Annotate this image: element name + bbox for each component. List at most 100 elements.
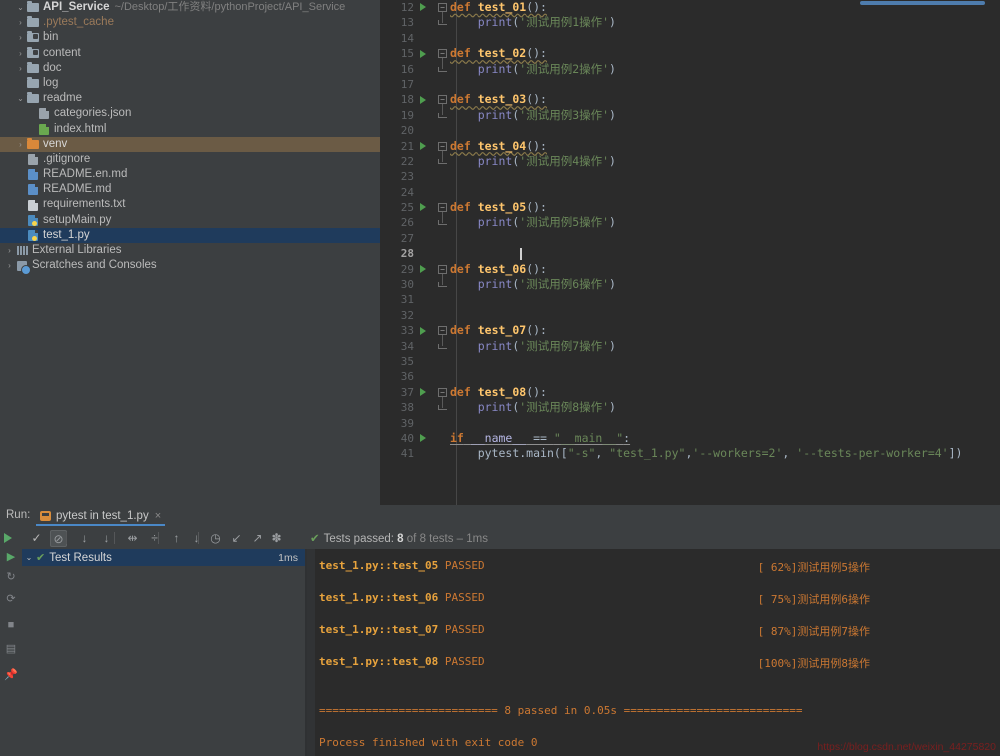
- code-line[interactable]: 41 pytest.main(["-s", "test_1.py",'--wor…: [380, 446, 1000, 461]
- code-line[interactable]: 13 print('测试用例1操作'): [380, 15, 1000, 30]
- run-test-gutter-icon[interactable]: [420, 3, 426, 11]
- expand-all-icon[interactable]: ⇹: [124, 530, 141, 547]
- run-tool-window[interactable]: Run: pytest in test_1.py × ✓⊘↓↓⇹÷↑↓◷↙↗✽ …: [0, 505, 1000, 756]
- run-side-toolbar[interactable]: ▶ ↻ ⟳ ■ ▤ 📌: [0, 549, 22, 756]
- code-line[interactable]: 14: [380, 31, 1000, 46]
- chevron-right-icon[interactable]: ›: [15, 137, 26, 152]
- run-test-gutter-icon[interactable]: [420, 50, 426, 58]
- tree-row[interactable]: index.html: [0, 122, 380, 137]
- code-line[interactable]: 18−def test_03():: [380, 92, 1000, 107]
- test-runner-toolbar[interactable]: ✓⊘↓↓⇹÷↑↓◷↙↗✽: [0, 527, 1000, 549]
- fold-marker-icon[interactable]: −: [438, 49, 447, 58]
- export-results-icon[interactable]: ↗: [249, 530, 266, 547]
- tree-row[interactable]: setupMain.py: [0, 213, 380, 228]
- tree-row[interactable]: requirements.txt: [0, 197, 380, 212]
- code-line[interactable]: 23: [380, 169, 1000, 184]
- chevron-down-icon[interactable]: ⌄: [22, 553, 36, 562]
- chevron-right-icon[interactable]: ›: [4, 243, 15, 258]
- sort-by-duration-icon[interactable]: ↓: [98, 530, 115, 547]
- code-line[interactable]: 16 print('测试用例2操作'): [380, 62, 1000, 77]
- run-test-gutter-icon[interactable]: [420, 96, 426, 104]
- tree-row[interactable]: ›content: [0, 46, 380, 61]
- test-results-tree[interactable]: ⌄ ✔ Test Results 1ms: [22, 549, 305, 756]
- code-editor[interactable]: 12−def test_01():13 print('测试用例1操作')1415…: [380, 0, 1000, 505]
- code-line[interactable]: 25−def test_05():: [380, 200, 1000, 215]
- next-failed-icon[interactable]: ↓: [188, 530, 205, 547]
- code-line[interactable]: 30 print('测试用例6操作'): [380, 277, 1000, 292]
- project-tree-panel[interactable]: v ⌄ API_Service ~/Desktop/工作资料/pythonPro…: [0, 0, 380, 505]
- run-button[interactable]: [4, 533, 12, 543]
- rerun-failed-tests-icon[interactable]: ↻: [3, 569, 19, 585]
- run-test-gutter-icon[interactable]: [420, 327, 426, 335]
- run-test-gutter-icon[interactable]: [420, 434, 426, 442]
- code-line[interactable]: 34 print('测试用例7操作'): [380, 339, 1000, 354]
- tree-row[interactable]: ›Scratches and Consoles: [0, 258, 380, 273]
- tree-row-root[interactable]: v ⌄ API_Service ~/Desktop/工作资料/pythonPro…: [0, 0, 380, 15]
- sort-alphabetically-icon[interactable]: ↓: [76, 530, 93, 547]
- code-line[interactable]: 40if __name__ == "__main__":: [380, 431, 1000, 446]
- collapse-all-icon[interactable]: ÷: [146, 530, 163, 547]
- tree-row[interactable]: README.md: [0, 182, 380, 197]
- run-test-gutter-icon[interactable]: [420, 388, 426, 396]
- tree-row[interactable]: .gitignore: [0, 152, 380, 167]
- tree-row[interactable]: ›bin: [0, 30, 380, 45]
- fold-marker-icon[interactable]: −: [438, 388, 447, 397]
- code-line[interactable]: 27: [380, 231, 1000, 246]
- tree-row[interactable]: ›doc: [0, 61, 380, 76]
- code-line[interactable]: 20: [380, 123, 1000, 138]
- tree-row[interactable]: ›venv: [0, 137, 380, 152]
- hide-ignored-icon[interactable]: ⊘: [50, 530, 67, 547]
- run-configuration-tab[interactable]: pytest in test_1.py ×: [36, 507, 165, 526]
- fold-marker-icon[interactable]: −: [438, 95, 447, 104]
- chevron-right-icon[interactable]: ›: [15, 61, 26, 76]
- fold-marker-icon[interactable]: −: [438, 326, 447, 335]
- tree-items[interactable]: ›.pytest_cache›bin›content›doclog⌄readme…: [0, 15, 380, 273]
- code-line[interactable]: 39: [380, 416, 1000, 431]
- code-line[interactable]: 28: [380, 246, 1000, 261]
- test-results-root-row[interactable]: ⌄ ✔ Test Results 1ms: [22, 549, 305, 566]
- run-test-gutter-icon[interactable]: [420, 203, 426, 211]
- show-passed-icon[interactable]: ✓: [28, 530, 45, 547]
- console-output[interactable]: test_1.py::test_05 PASSED[ 62%]测试用例5操作te…: [307, 549, 1000, 756]
- chevron-right-icon[interactable]: ›: [15, 46, 26, 61]
- code-line[interactable]: 24: [380, 185, 1000, 200]
- tree-row[interactable]: categories.json: [0, 106, 380, 121]
- code-line[interactable]: 21−def test_04():: [380, 139, 1000, 154]
- tree-row[interactable]: README.en.md: [0, 167, 380, 182]
- code-line[interactable]: 38 print('测试用例8操作'): [380, 400, 1000, 415]
- run-test-gutter-icon[interactable]: [420, 265, 426, 273]
- code-line[interactable]: 33−def test_07():: [380, 323, 1000, 338]
- tree-row[interactable]: ⌄readme: [0, 91, 380, 106]
- chevron-right-icon[interactable]: ›: [4, 258, 15, 273]
- tree-row[interactable]: test_1.py: [0, 228, 380, 243]
- code-line[interactable]: 12−def test_01():: [380, 0, 1000, 15]
- pin-tab-icon[interactable]: 📌: [3, 667, 19, 683]
- fold-marker-icon[interactable]: −: [438, 3, 447, 12]
- rerun-icon[interactable]: ▶: [3, 549, 19, 565]
- root-chevron[interactable]: ⌄: [15, 0, 26, 15]
- code-line[interactable]: 35: [380, 354, 1000, 369]
- fold-marker-icon[interactable]: −: [438, 265, 447, 274]
- code-line[interactable]: 15−def test_02():: [380, 46, 1000, 61]
- code-lines[interactable]: 12−def test_01():13 print('测试用例1操作')1415…: [380, 0, 1000, 462]
- code-line[interactable]: 31: [380, 292, 1000, 307]
- run-test-gutter-icon[interactable]: [420, 142, 426, 150]
- code-line[interactable]: 36: [380, 369, 1000, 384]
- code-line[interactable]: 37−def test_08():: [380, 385, 1000, 400]
- code-line[interactable]: 19 print('测试用例3操作'): [380, 108, 1000, 123]
- tree-row[interactable]: ›External Libraries: [0, 243, 380, 258]
- toggle-auto-test-icon[interactable]: ⟳: [3, 591, 19, 607]
- console-icon[interactable]: ▤: [3, 641, 19, 657]
- chevron-right-icon[interactable]: ›: [15, 30, 26, 45]
- code-line[interactable]: 17: [380, 77, 1000, 92]
- code-line[interactable]: 29−def test_06():: [380, 262, 1000, 277]
- chevron-right-icon[interactable]: ›: [15, 15, 26, 30]
- tree-row[interactable]: ›.pytest_cache: [0, 15, 380, 30]
- tree-row[interactable]: log: [0, 76, 380, 91]
- code-line[interactable]: 22 print('测试用例4操作'): [380, 154, 1000, 169]
- stop-icon[interactable]: ■: [3, 617, 19, 633]
- code-line[interactable]: 32: [380, 308, 1000, 323]
- chevron-down-icon[interactable]: ⌄: [15, 91, 26, 106]
- test-history-icon[interactable]: ◷: [207, 530, 224, 547]
- close-icon[interactable]: ×: [155, 510, 161, 522]
